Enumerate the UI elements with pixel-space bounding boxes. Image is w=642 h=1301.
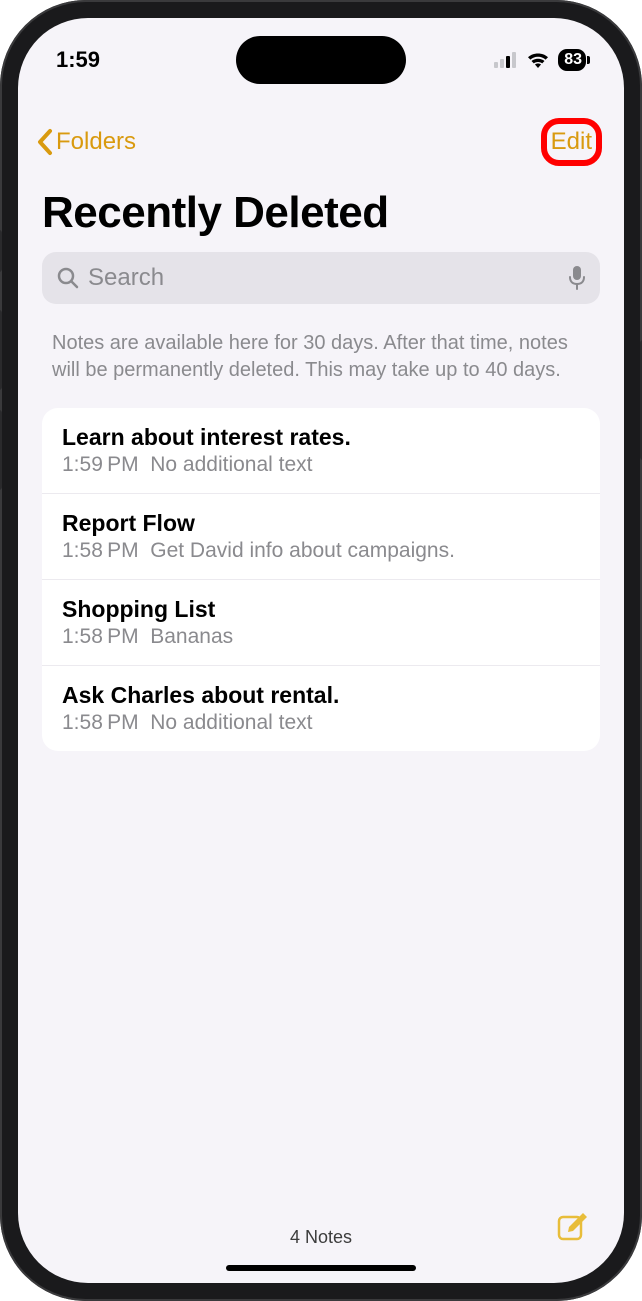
info-text: Notes are available here for 30 days. Af… (18, 304, 624, 402)
side-button (0, 310, 2, 390)
status-time: 1:59 (56, 47, 100, 73)
note-time: 1:58 PM (62, 711, 139, 734)
note-preview: No additional text (150, 711, 312, 734)
battery-indicator: 83 (558, 49, 586, 71)
note-count: 4 Notes (290, 1227, 352, 1248)
note-meta: 1:58 PM Bananas (62, 625, 580, 649)
search-placeholder: Search (88, 264, 560, 292)
note-meta: 1:58 PM No additional text (62, 711, 580, 735)
note-meta: 1:59 PM No additional text (62, 453, 580, 477)
note-preview: Bananas (150, 625, 233, 648)
home-indicator[interactable] (226, 1265, 416, 1271)
search-field[interactable]: Search (42, 252, 600, 304)
compose-icon (556, 1210, 590, 1244)
note-meta: 1:58 PM Get David info about campaigns. (62, 539, 580, 563)
note-row[interactable]: Ask Charles about rental. 1:58 PM No add… (42, 666, 600, 751)
note-title: Ask Charles about rental. (62, 682, 580, 709)
status-right: 83 (494, 49, 586, 71)
note-row[interactable]: Shopping List 1:58 PM Bananas (42, 580, 600, 666)
side-button (0, 410, 2, 490)
mic-icon[interactable] (568, 265, 586, 291)
note-row[interactable]: Learn about interest rates. 1:59 PM No a… (42, 408, 600, 494)
nav-bar: Folders Edit (18, 88, 624, 176)
screen: 1:59 (18, 18, 624, 1283)
compose-button[interactable] (556, 1210, 590, 1249)
battery-level: 83 (564, 51, 582, 69)
cell-signal-icon (494, 52, 518, 68)
note-time: 1:59 PM (62, 453, 139, 476)
dynamic-island (236, 36, 406, 84)
note-time: 1:58 PM (62, 539, 139, 562)
side-button (0, 230, 2, 272)
note-title: Report Flow (62, 510, 580, 537)
note-row[interactable]: Report Flow 1:58 PM Get David info about… (42, 494, 600, 580)
page-title: Recently Deleted (18, 176, 624, 252)
edit-highlight: Edit (541, 118, 602, 166)
note-preview: No additional text (150, 453, 312, 476)
note-preview: Get David info about campaigns. (150, 539, 455, 562)
note-time: 1:58 PM (62, 625, 139, 648)
back-label: Folders (56, 128, 136, 156)
back-button[interactable]: Folders (36, 128, 136, 156)
device-frame: 1:59 (0, 0, 642, 1301)
wifi-icon (526, 51, 550, 69)
search-icon (56, 266, 80, 290)
chevron-left-icon (36, 128, 54, 156)
notes-list: Learn about interest rates. 1:59 PM No a… (42, 408, 600, 751)
note-title: Shopping List (62, 596, 580, 623)
note-title: Learn about interest rates. (62, 424, 580, 451)
edit-button[interactable]: Edit (551, 128, 592, 155)
